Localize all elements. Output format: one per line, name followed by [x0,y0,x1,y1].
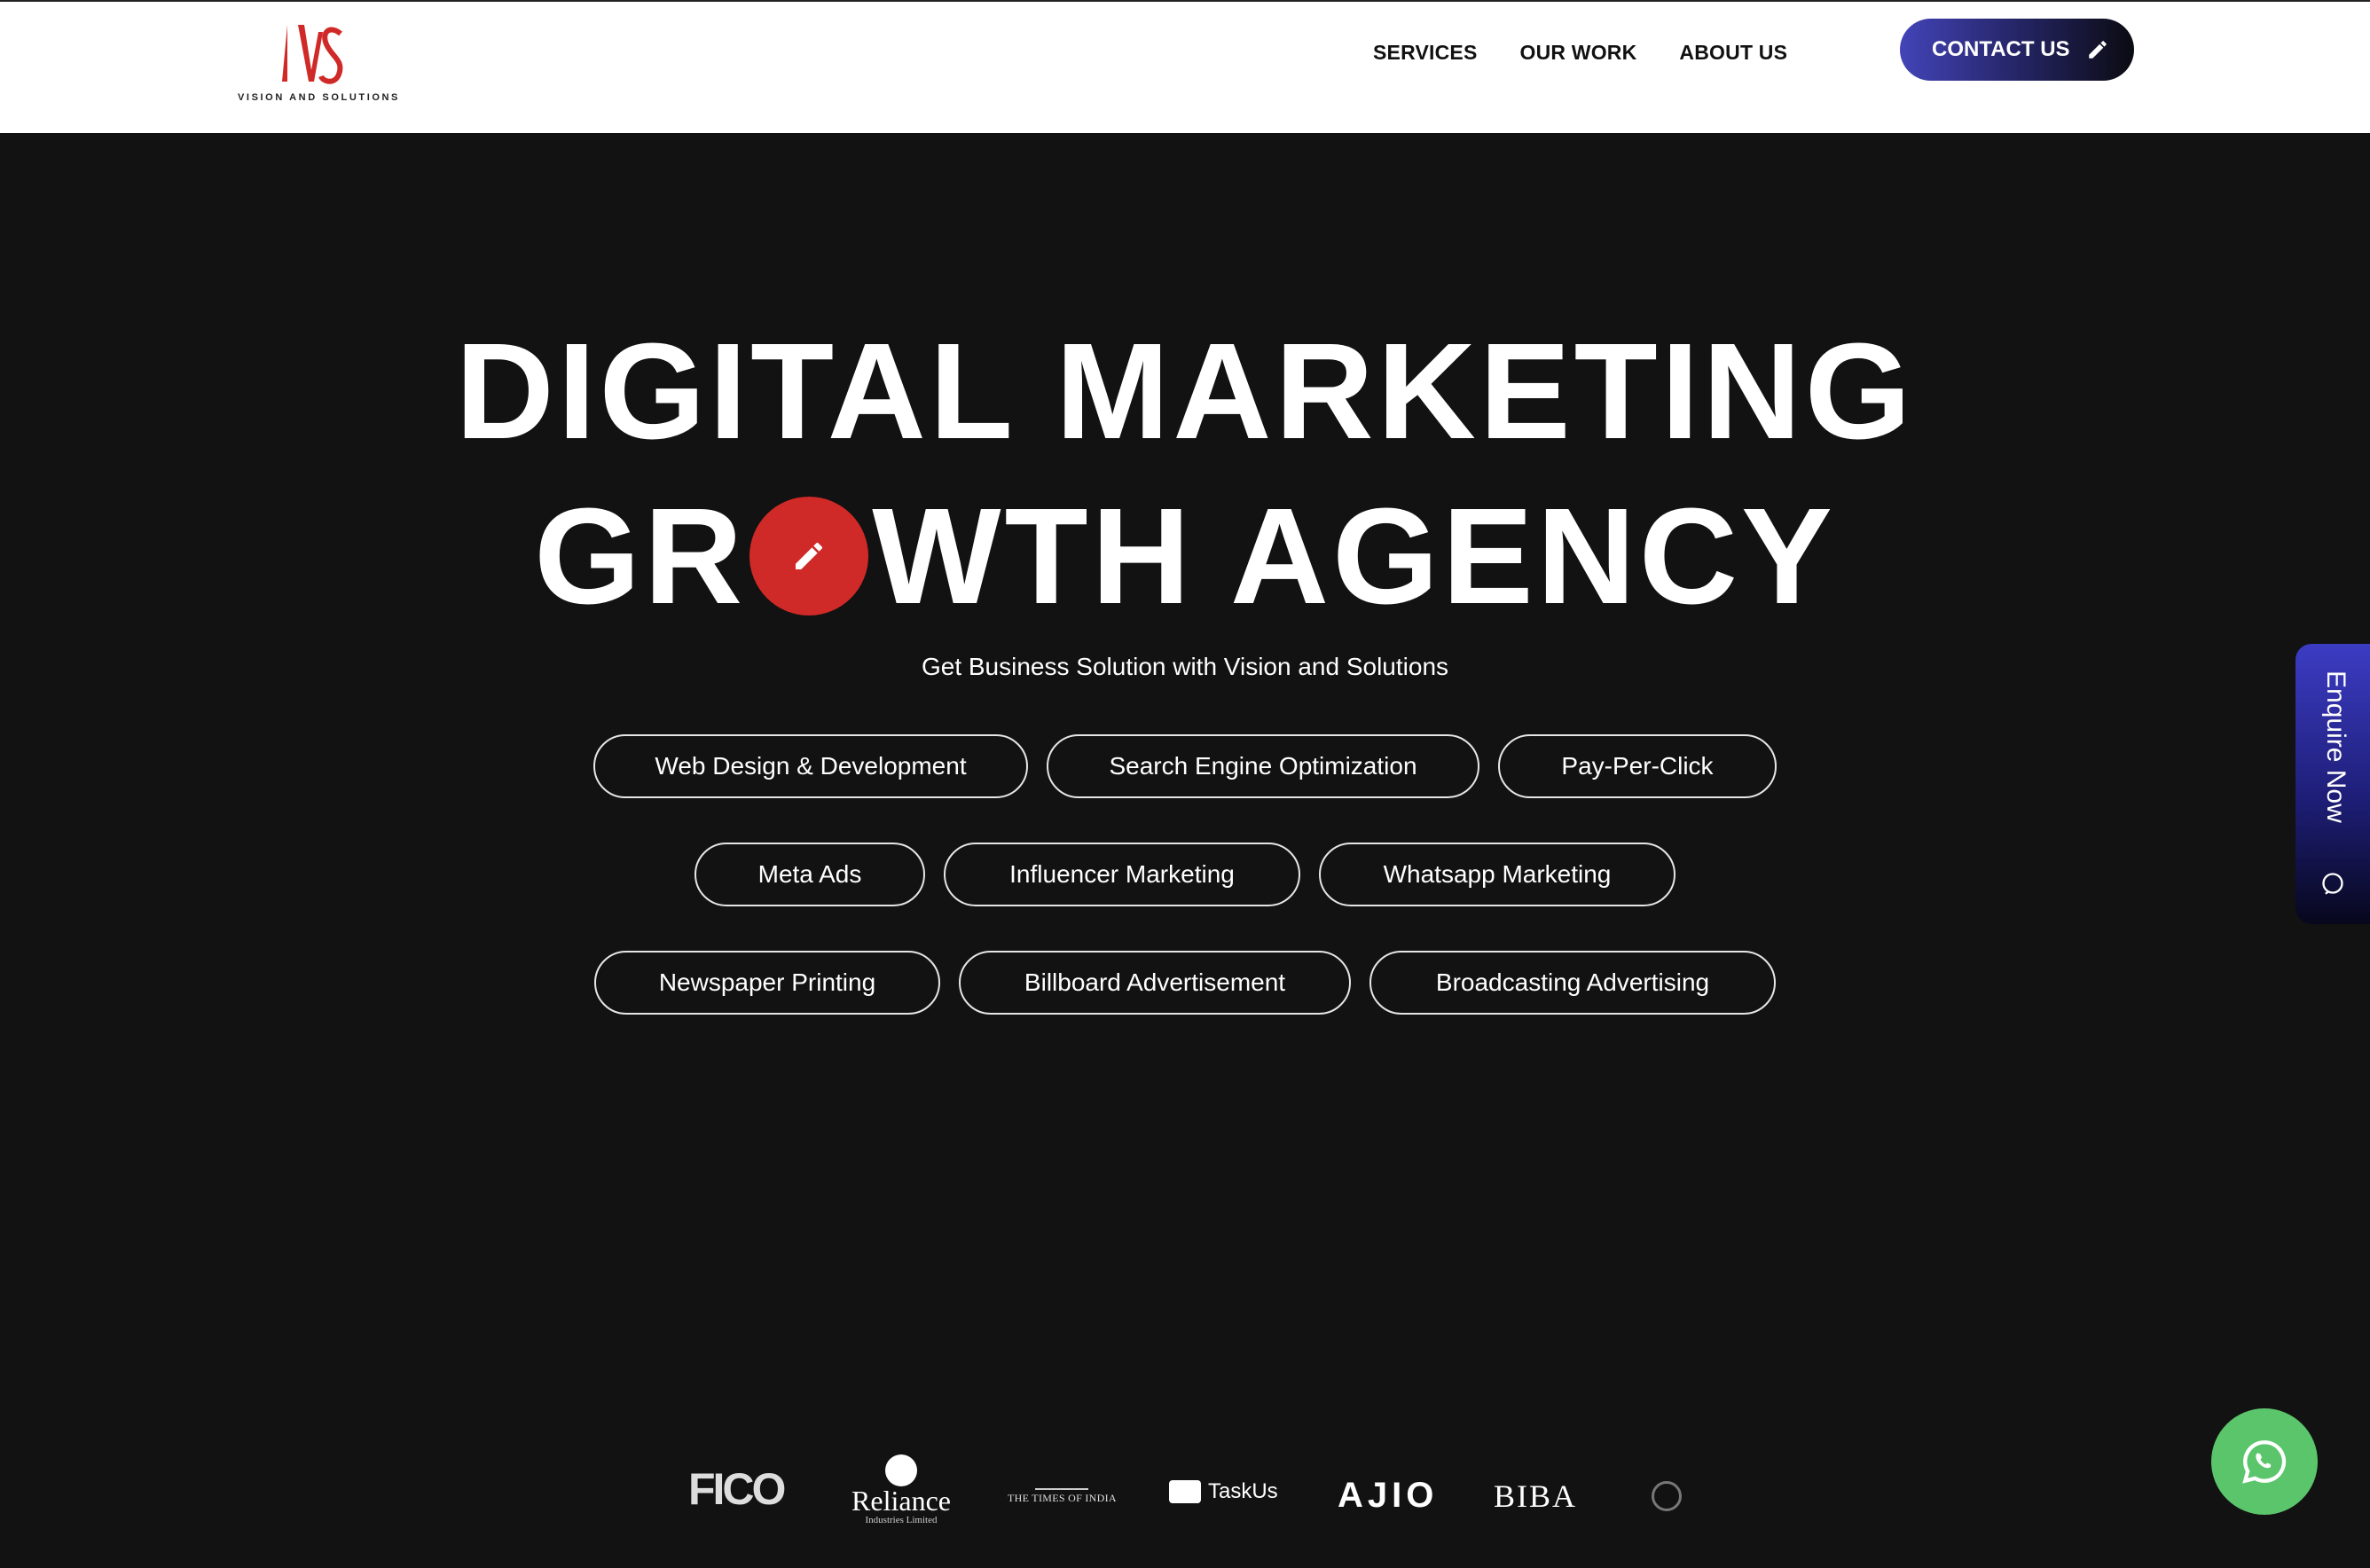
hero-title-part-a: GR [534,480,747,632]
pencil-icon [2088,41,2107,59]
service-influencer-marketing[interactable]: Influencer Marketing [944,843,1300,906]
main-nav: SERVICES OUR WORK ABOUT US [1373,41,1787,65]
enquire-now-label: Enquire Now [2321,670,2350,823]
service-web-design[interactable]: Web Design & Development [593,734,1028,798]
hero-title-line1: DIGITAL MARKETING [455,315,1915,467]
partial-brand-icon [1652,1481,1682,1511]
client-logo-biba: BIBA [1494,1478,1578,1514]
services-row-3: Newspaper Printing Billboard Advertiseme… [0,951,2370,1015]
site-logo[interactable]: VISION AND SOLUTIONS [238,21,400,110]
reliance-emblem-icon [885,1454,917,1486]
nav-our-work[interactable]: OUR WORK [1520,41,1637,65]
nav-about-us[interactable]: ABOUT US [1679,41,1787,65]
chat-bubble-icon [2322,873,2343,895]
hero-title-part-b: WTH AGENCY [872,480,1836,632]
service-broadcasting-advertising[interactable]: Broadcasting Advertising [1369,951,1776,1015]
services-row-2: Meta Ads Influencer Marketing Whatsapp M… [0,843,2370,906]
service-ppc[interactable]: Pay-Per-Click [1498,734,1777,798]
services-row-1: Web Design & Development Search Engine O… [0,734,2370,798]
reliance-name: Reliance [851,1485,951,1517]
logo-tagline: VISION AND SOLUTIONS [238,92,400,103]
service-newspaper-printing[interactable]: Newspaper Printing [594,951,940,1015]
service-meta-ads[interactable]: Meta Ads [695,843,925,906]
vas-logo-mark-icon [282,25,343,84]
client-logo-reliance: Reliance Industries Limited [848,1454,954,1525]
hero-subtitle: Get Business Solution with Vision and So… [921,653,1449,680]
client-logo-taskus: TaskUs [1169,1479,1278,1504]
toi-crest-icon [1035,1476,1089,1490]
service-billboard-advertisement[interactable]: Billboard Advertisement [959,951,1351,1015]
service-whatsapp-marketing[interactable]: Whatsapp Marketing [1319,843,1675,906]
taskus-mark-icon [1169,1480,1201,1503]
contact-us-button[interactable]: CONTACT US [1900,19,2134,81]
client-logo-ajio: AJIO [1338,1476,1439,1515]
hero-title-line2: GR WTH AGENCY [0,488,2370,624]
client-logo-partial [1652,1481,1705,1517]
client-logos-strip: FICO Reliance Industries Limited THE TIM… [0,1437,2370,1525]
service-seo[interactable]: Search Engine Optimization [1047,734,1479,798]
client-logo-fico: FICO [688,1464,786,1514]
nav-services[interactable]: SERVICES [1373,41,1478,65]
contact-us-label: CONTACT US [1932,37,2070,61]
toi-name: THE TIMES OF INDIA [1008,1492,1117,1504]
whatsapp-icon [2242,1440,2287,1484]
taskus-name: TaskUs [1208,1479,1278,1503]
whatsapp-chat-button[interactable] [2211,1408,2318,1515]
enquire-now-tab[interactable]: Enquire Now [2295,644,2370,924]
pencil-icon [796,542,823,569]
red-pencil-circle [749,497,869,615]
client-logo-times-of-india: THE TIMES OF INDIA [1008,1476,1117,1505]
site-header: VISION AND SOLUTIONS SERVICES OUR WORK A… [0,2,2370,133]
